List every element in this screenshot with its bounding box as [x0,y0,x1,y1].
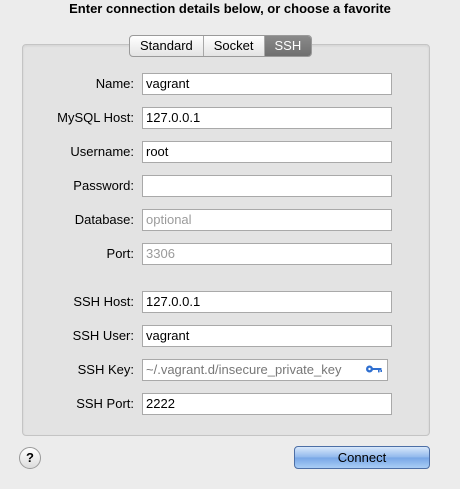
ssh-user-row: SSH User: vagrant [0,325,460,347]
ssh-key-field[interactable]: ~/.vagrant.d/insecure_private_key [142,359,362,381]
ssh-host-row: SSH Host: 127.0.0.1 [0,291,460,313]
mysql-host-row: MySQL Host: 127.0.0.1 [0,107,460,129]
ssh-port-field[interactable]: 2222 [142,393,392,415]
mysql-host-label: MySQL Host: [57,110,134,125]
password-label: Password: [73,178,134,193]
dialog-heading: Enter connection details below, or choos… [69,1,391,16]
port-label: Port: [106,246,134,261]
ssh-user-field[interactable]: vagrant [142,325,392,347]
mysql-host-field[interactable]: 127.0.0.1 [142,107,392,129]
connection-type-tabs: Standard Socket SSH [129,35,313,57]
username-field[interactable]: root [142,141,392,163]
name-label: Name: [95,76,134,91]
port-field[interactable]: 3306 [142,243,392,265]
ssh-host-field[interactable]: 127.0.0.1 [142,291,392,313]
password-field[interactable] [142,175,392,197]
database-label: Database: [74,212,134,227]
help-button[interactable]: ? [19,447,41,469]
ssh-user-label: SSH User: [72,328,134,343]
database-field[interactable]: optional [142,209,392,231]
ssh-key-row: SSH Key: ~/.vagrant.d/insecure_private_k… [0,359,460,381]
name-field[interactable]: vagrant [142,73,392,95]
connect-button[interactable]: Connect [294,446,430,469]
tab-standard[interactable]: Standard [130,36,204,56]
ssh-port-row: SSH Port: 2222 [0,393,460,415]
tab-ssh[interactable]: SSH [264,36,312,56]
choose-key-button[interactable] [361,359,388,381]
ssh-key-label: SSH Key: [77,362,134,377]
key-icon [365,361,383,379]
username-label: Username: [70,144,134,159]
tab-socket[interactable]: Socket [204,36,265,56]
ssh-port-label: SSH Port: [76,396,134,411]
database-row: Database: optional [0,209,460,231]
username-row: Username: root [0,141,460,163]
password-row: Password: [0,175,460,197]
port-row: Port: 3306 [0,243,460,265]
name-row: Name: vagrant [0,73,460,95]
ssh-host-label: SSH Host: [73,294,134,309]
